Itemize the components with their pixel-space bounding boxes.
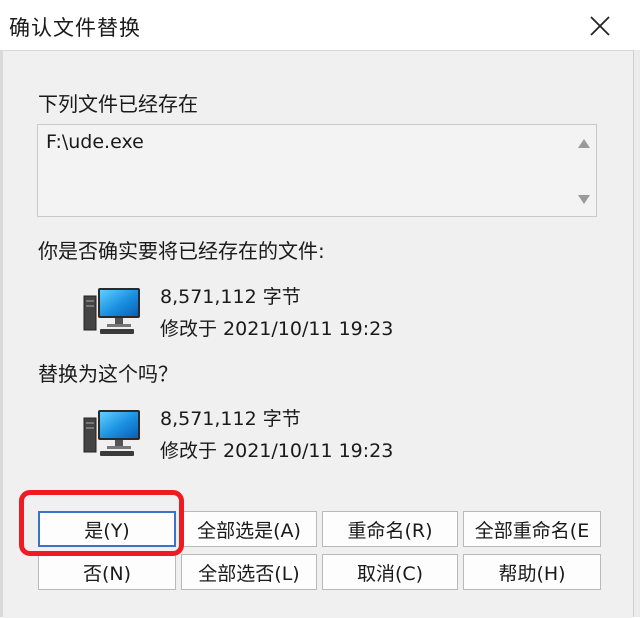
existing-file-info: 8,571,112 字节 修改于 2021/10/11 19:23: [82, 282, 442, 342]
scroll-down-icon[interactable]: [578, 195, 590, 204]
no-button[interactable]: 否(N): [38, 554, 176, 590]
close-icon: [590, 16, 610, 36]
yes-to-all-button[interactable]: 全部选是(A): [181, 511, 317, 547]
rename-button[interactable]: 重命名(R): [322, 511, 458, 547]
new-file-info: 8,571,112 字节 修改于 2021/10/11 19:23: [82, 404, 442, 464]
existing-file-list[interactable]: F:\ude.exe: [37, 124, 597, 217]
replace-question: 你是否确实要将已经存在的文件:: [38, 239, 325, 263]
new-file-modified: 修改于 2021/10/11 19:23: [160, 440, 394, 462]
new-file-size: 8,571,112 字节: [160, 408, 301, 430]
help-button[interactable]: 帮助(H): [463, 554, 601, 590]
no-to-all-button[interactable]: 全部选否(L): [181, 554, 317, 590]
dialog-title: 确认文件替换: [9, 16, 141, 40]
existing-file-size: 8,571,112 字节: [160, 286, 301, 308]
scroll-up-icon[interactable]: [578, 139, 590, 148]
window-edge-right: [633, 0, 640, 617]
existing-file-path: F:\ude.exe: [46, 131, 144, 153]
yes-button[interactable]: 是(Y): [38, 511, 176, 547]
computer-icon: [83, 288, 140, 334]
rename-all-button[interactable]: 全部重命名(E: [463, 511, 601, 547]
cancel-button[interactable]: 取消(C): [322, 554, 458, 590]
computer-icon: [83, 410, 140, 456]
list-scrollbar[interactable]: [572, 125, 596, 216]
existing-file-modified: 修改于 2021/10/11 19:23: [160, 318, 394, 340]
close-button[interactable]: [578, 6, 622, 46]
existing-heading: 下列文件已经存在: [38, 92, 198, 116]
replace-prompt: 替换为这个吗？: [38, 362, 178, 386]
title-bar: 确认文件替换: [0, 0, 640, 50]
